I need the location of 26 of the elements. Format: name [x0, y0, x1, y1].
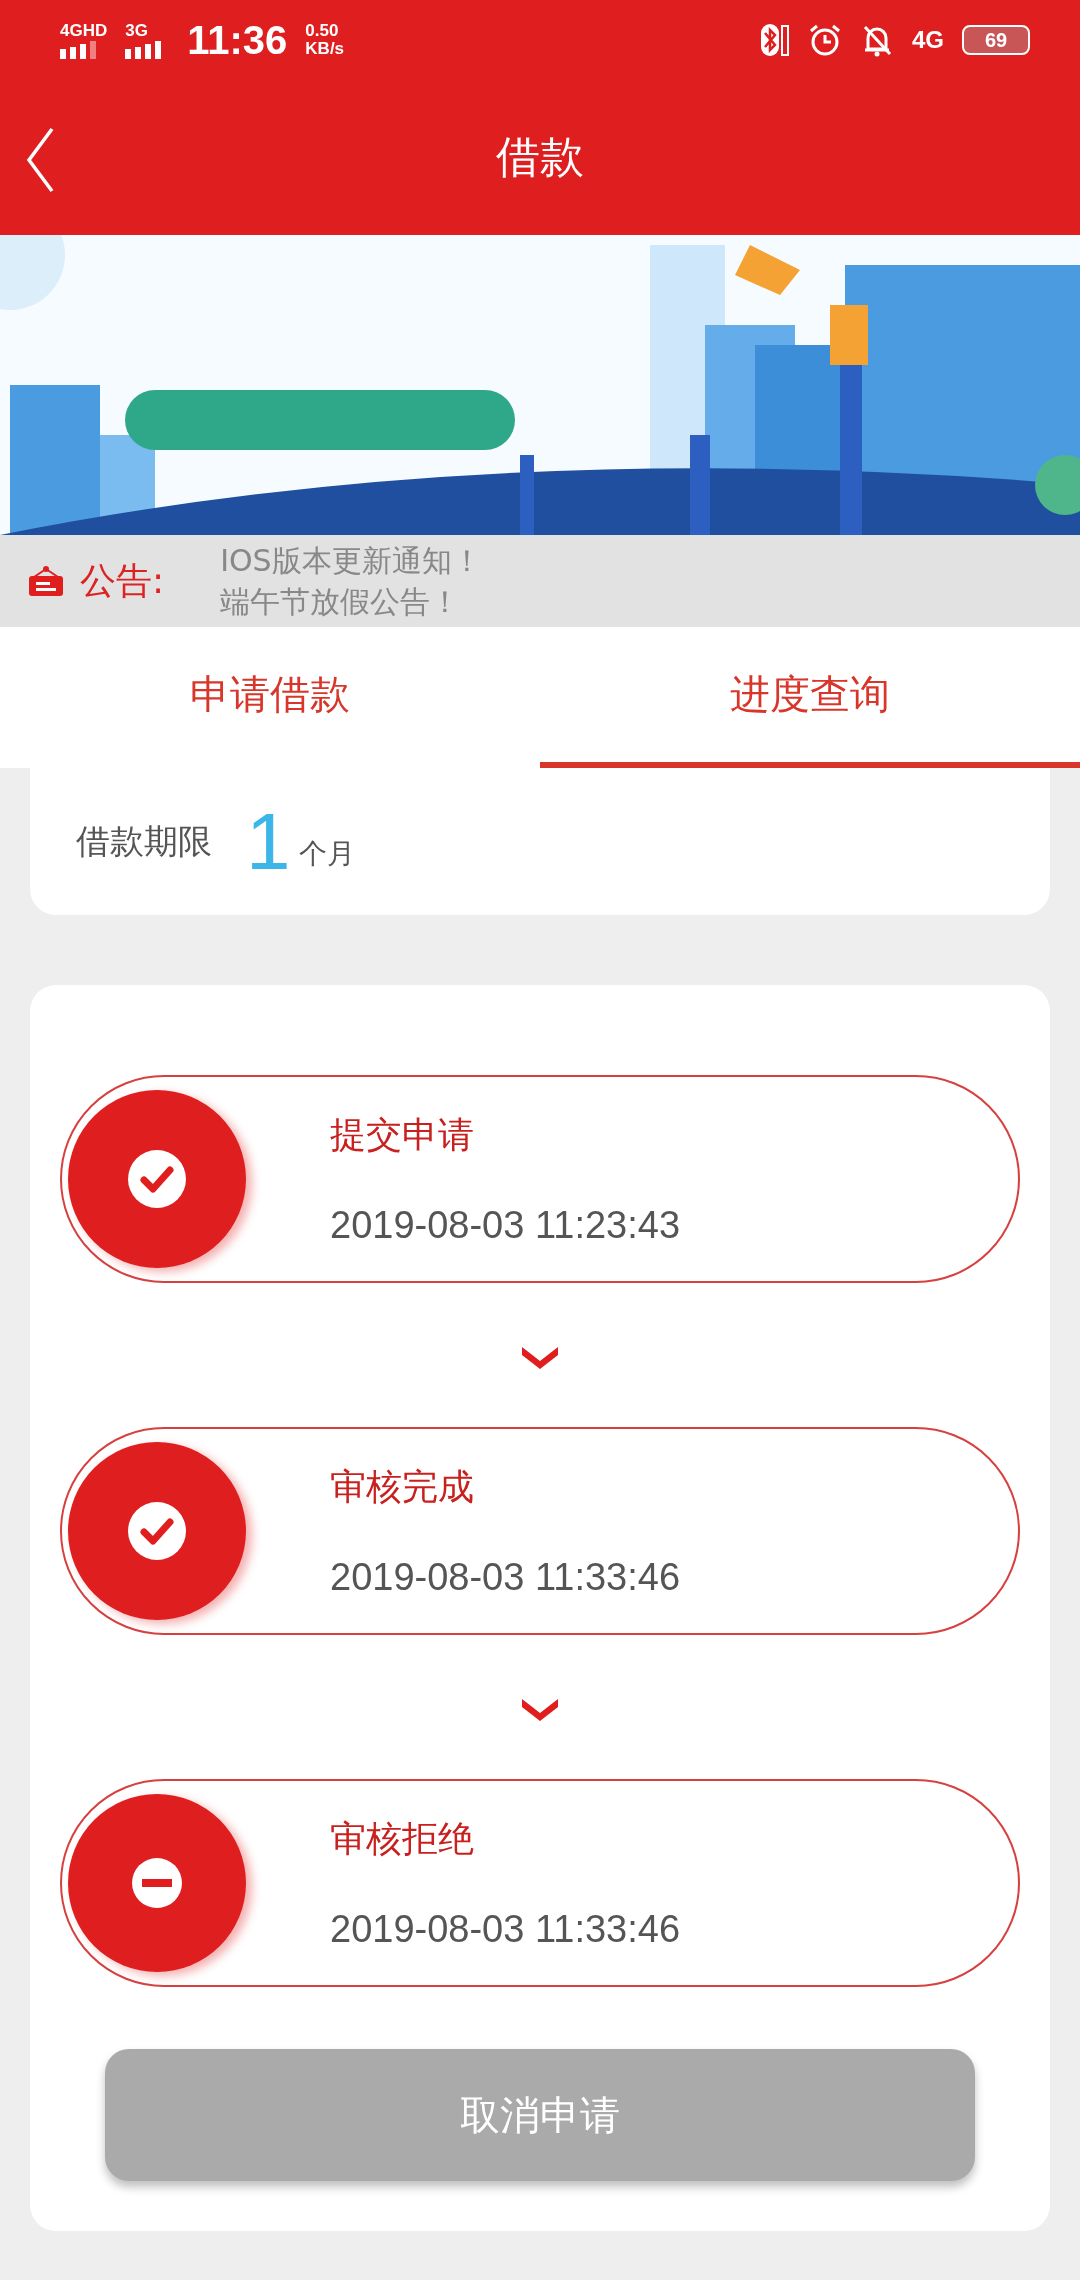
- notice-text[interactable]: 端午节放假公告！: [220, 582, 482, 621]
- speed-unit: KB/s: [305, 40, 345, 58]
- network-label: 4G: [912, 28, 944, 52]
- notice-text[interactable]: IOS版本更新通知！: [220, 541, 482, 580]
- loan-term-label: 借款期限: [76, 819, 212, 863]
- chevron-down-icon: [520, 1345, 560, 1371]
- step-title: 审核完成: [330, 1465, 475, 1509]
- step-title: 审核拒绝: [330, 1817, 475, 1861]
- loan-term-value: 1: [246, 801, 291, 882]
- step-time: 2019-08-03 11:33:46: [330, 1556, 681, 1599]
- loan-term-unit: 个月: [298, 836, 355, 872]
- clock: 11:36: [187, 17, 288, 63]
- bluetooth-icon: [760, 23, 790, 57]
- battery-icon: 69: [962, 25, 1030, 55]
- chevron-down-icon: [520, 1697, 560, 1723]
- step-title: 提交申请: [330, 1113, 475, 1157]
- step-time: 2019-08-03 11:23:43: [330, 1204, 681, 1247]
- alarm-icon: [808, 23, 842, 57]
- notice-label: 公告:: [80, 558, 165, 603]
- notice-icon: [28, 565, 64, 597]
- speed-value: 0.50: [305, 22, 340, 40]
- step-time: 2019-08-03 11:33:46: [330, 1908, 681, 1951]
- network-label: 4GHD: [60, 21, 108, 39]
- page-title: 借款: [496, 130, 584, 184]
- network-label: 3G: [125, 21, 148, 39]
- cancel-button: 取消申请: [105, 2049, 975, 2181]
